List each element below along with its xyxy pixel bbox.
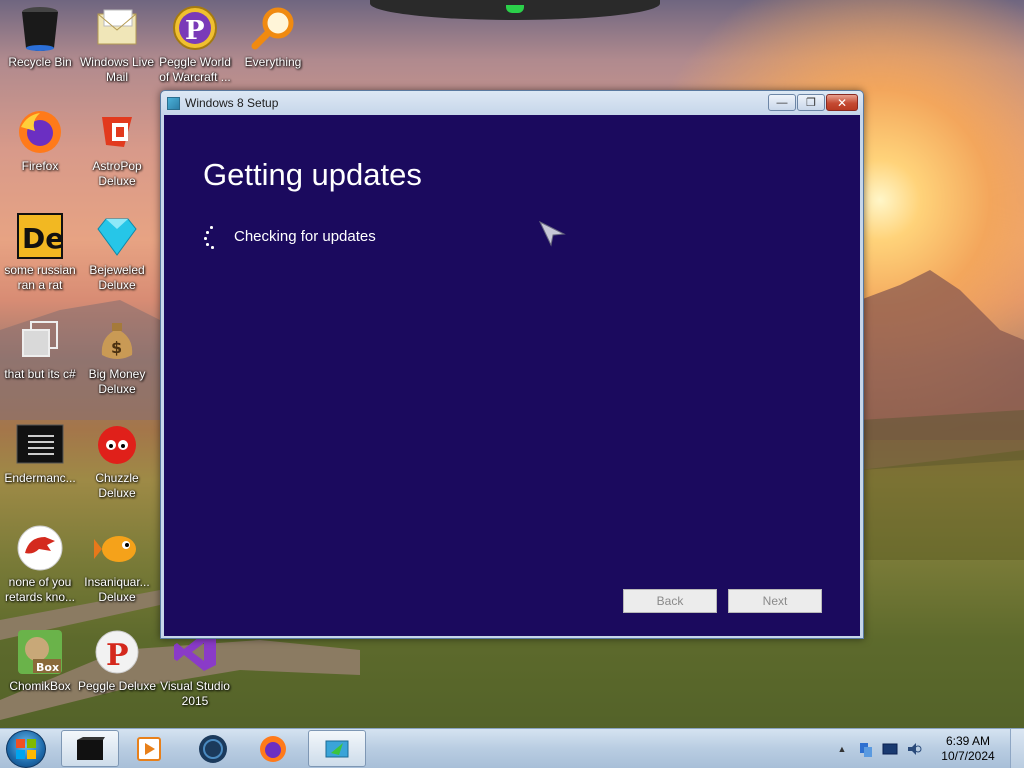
- taskbar-clock[interactable]: 6:39 AM 10/7/2024: [926, 734, 1010, 764]
- top-notch: [370, 0, 660, 20]
- status-text: Checking for updates: [234, 228, 376, 245]
- money-bag-icon: $: [93, 316, 141, 364]
- network-icon[interactable]: [858, 741, 874, 757]
- desktop-icon-windows-live-mail[interactable]: Windows Live Mail: [77, 4, 157, 104]
- steam-icon: [199, 734, 227, 763]
- mouse-cursor-icon: [538, 220, 566, 247]
- desktop-icon-insaniquarium[interactable]: Insaniquar... Deluxe: [77, 524, 157, 624]
- recycle-bin-icon: [16, 4, 64, 52]
- svg-text:P: P: [106, 638, 129, 673]
- terminal-window-icon: [77, 736, 105, 760]
- maximize-button[interactable]: ❐: [797, 94, 825, 111]
- firefox-icon: [260, 735, 286, 762]
- page-title: Getting updates: [203, 157, 422, 192]
- desktop-icon-peggle-wow[interactable]: P Peggle World of Warcraft ...: [155, 4, 235, 104]
- copy-icon: [16, 316, 64, 364]
- desktop-icon-label: that but its c#: [4, 367, 76, 381]
- chuzzle-icon: [93, 420, 141, 468]
- minimize-button[interactable]: —: [768, 94, 796, 111]
- hamster-icon: Box: [16, 628, 64, 676]
- setup-icon: [325, 740, 349, 757]
- desktop-icon-label: Recycle Bin: [8, 55, 72, 69]
- svg-text:Box: Box: [36, 661, 59, 674]
- fish-icon: [93, 524, 141, 572]
- firefox-icon: [16, 108, 64, 156]
- desktop-icon-chuzzle[interactable]: Chuzzle Deluxe: [77, 420, 157, 520]
- taskbar-item-firefox[interactable]: [244, 730, 302, 767]
- setup-icon: [167, 96, 180, 110]
- dinosaur-icon: [16, 524, 64, 572]
- taskbar: ▲ 6:39 AM 10/7/2024: [0, 728, 1024, 768]
- system-tray: ▲ 6:39 AM 10/7/2024: [830, 729, 1024, 768]
- desktop-icon-label: Visual Studio 2015: [160, 679, 230, 708]
- svg-text:$: $: [111, 338, 122, 357]
- desktop-icon-label: Peggle Deluxe: [77, 679, 157, 693]
- desktop-icon-label: Endermanc...: [4, 471, 76, 485]
- loading-spinner-icon: [204, 226, 218, 249]
- desktop-icon-label: Bejeweled Deluxe: [89, 263, 145, 292]
- clock-time: 6:39 AM: [945, 734, 991, 748]
- desktop-icon-c-sharp[interactable]: that but its c#: [0, 316, 80, 416]
- back-button[interactable]: Back: [623, 589, 717, 613]
- desktop-icon-label: Big Money Deluxe: [88, 367, 146, 396]
- desktop-icon-chomikbox[interactable]: Box ChomikBox: [0, 628, 80, 728]
- taskbar-item-setup[interactable]: [308, 730, 366, 767]
- desktop-icon-label: some russian ran a rat: [4, 263, 76, 292]
- desktop-icon-label: Chuzzle Deluxe: [95, 471, 139, 500]
- show-hidden-icons-icon[interactable]: ▲: [834, 741, 850, 757]
- window-title: Windows 8 Setup: [185, 96, 279, 110]
- monitor-icon[interactable]: [882, 741, 898, 757]
- de-icon: De: [16, 212, 64, 260]
- peggle-icon: P: [171, 4, 219, 52]
- next-button[interactable]: Next: [728, 589, 822, 613]
- close-button[interactable]: ✕: [826, 94, 858, 111]
- notch-indicator: [506, 5, 524, 13]
- mail-icon: [93, 4, 141, 52]
- astropop-icon: [93, 108, 141, 156]
- desktop-icon-peggle-deluxe[interactable]: P Peggle Deluxe: [77, 628, 157, 728]
- taskbar-item-terminal[interactable]: [61, 730, 119, 767]
- windows-logo-icon: [16, 739, 36, 759]
- desktop-icon-visual-studio[interactable]: Visual Studio 2015: [155, 628, 235, 728]
- search-icon: [249, 4, 297, 52]
- desktop-icon-firefox[interactable]: Firefox: [0, 108, 80, 208]
- desktop-icon-label: Windows Live Mail: [79, 55, 155, 84]
- setup-content: Getting updates Checking for updates Bac…: [164, 115, 860, 636]
- start-button[interactable]: [6, 730, 46, 768]
- desktop-icon-astropop[interactable]: AstroPop Deluxe: [77, 108, 157, 208]
- svg-text:De: De: [22, 222, 63, 255]
- desktop-icon-label: ChomikBox: [9, 679, 71, 693]
- media-player-icon: [137, 736, 161, 761]
- desktop-icon-label: Insaniquar... Deluxe: [84, 575, 150, 604]
- desktop-icon-label: Firefox: [21, 159, 59, 173]
- desktop-icon-label: none of you retards kno...: [4, 575, 76, 604]
- gem-icon: [93, 212, 141, 260]
- volume-icon[interactable]: [906, 741, 922, 757]
- desktop-icon-russian-rat[interactable]: De some russian ran a rat: [0, 212, 80, 312]
- peggle-icon: P: [93, 628, 141, 676]
- taskbar-item-media-player[interactable]: [120, 730, 178, 767]
- desktop-icon-everything[interactable]: Everything: [233, 4, 313, 104]
- show-desktop-button[interactable]: [1010, 729, 1024, 768]
- desktop-icon-endermanc[interactable]: Endermanc...: [0, 420, 80, 520]
- desktop-icon-label: Peggle World of Warcraft ...: [159, 55, 231, 84]
- taskbar-item-steam[interactable]: [184, 730, 242, 767]
- clock-date: 10/7/2024: [941, 749, 995, 763]
- setup-window: Windows 8 Setup — ❐ ✕ Getting updates Ch…: [160, 90, 864, 639]
- terminal-icon: [16, 420, 64, 468]
- desktop-icon-dino[interactable]: none of you retards kno...: [0, 524, 80, 624]
- desktop-icon-recycle-bin[interactable]: Recycle Bin: [0, 4, 80, 104]
- svg-text:P: P: [185, 16, 205, 46]
- desktop-icon-bejeweled[interactable]: Bejeweled Deluxe: [77, 212, 157, 312]
- desktop-icon-label: Everything: [244, 55, 302, 69]
- desktop-icon-label: AstroPop Deluxe: [92, 159, 142, 188]
- window-titlebar[interactable]: Windows 8 Setup: [161, 91, 863, 115]
- desktop-icon-big-money[interactable]: $ Big Money Deluxe: [77, 316, 157, 416]
